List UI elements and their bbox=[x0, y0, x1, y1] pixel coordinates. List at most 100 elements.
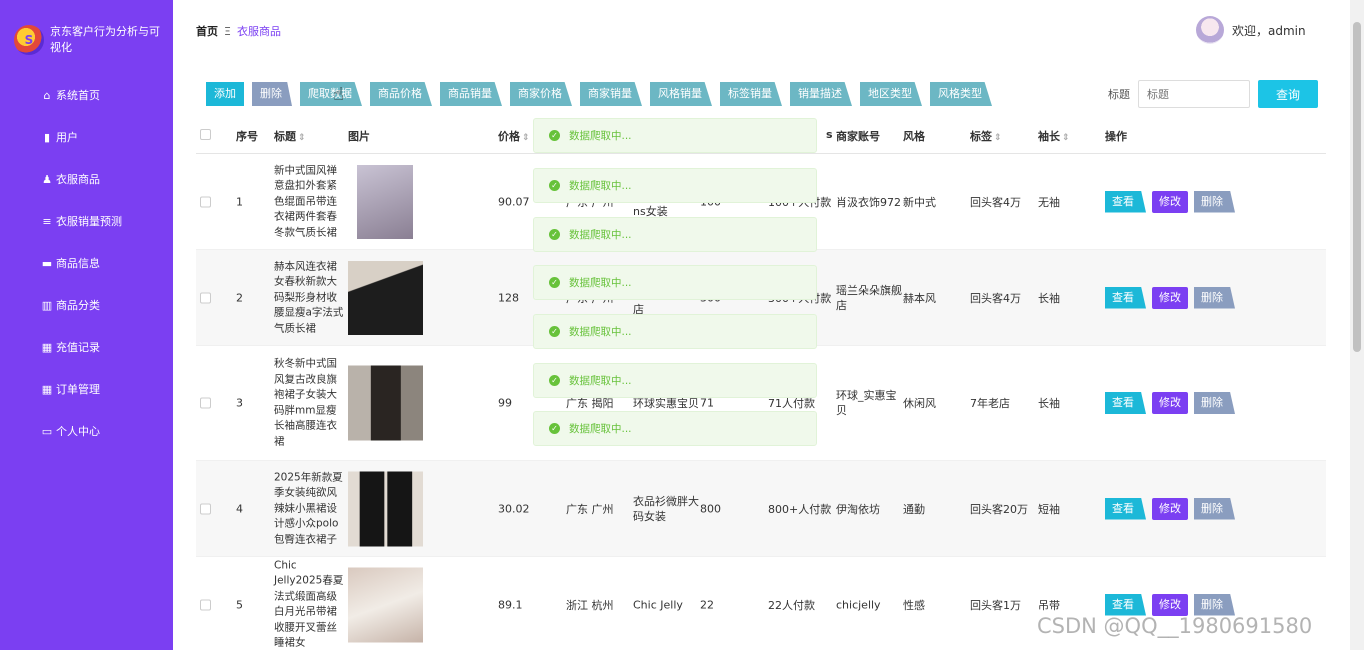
page-scrollbar[interactable] bbox=[1350, 0, 1364, 650]
row-checkbox[interactable] bbox=[200, 397, 211, 409]
sidebar-item-label: 充值记录 bbox=[56, 341, 100, 354]
row-style: 通勤 bbox=[903, 502, 925, 516]
row-title: 秋冬新中式国风复古改良旗袍裙子女装大码胖mm显瘦长袖高腰连衣裙 bbox=[274, 357, 337, 448]
sidebar-item-user[interactable]: ▮ 用户 bbox=[0, 116, 173, 158]
toast-text: 数据爬取中... bbox=[569, 277, 632, 289]
view-button[interactable]: 查看 bbox=[1105, 190, 1146, 213]
breadcrumb-current: 衣服商品 bbox=[236, 25, 281, 38]
row-price: 90.07 bbox=[498, 195, 530, 208]
bar-chart-icon: ▥ bbox=[41, 298, 53, 312]
style-sales-button[interactable]: 风格销量 bbox=[650, 82, 712, 106]
row-account: 肖汲衣饰972 bbox=[836, 195, 901, 209]
region-type-button[interactable]: 地区类型 bbox=[860, 82, 922, 106]
sidebar-item-recharge[interactable]: ▦ 充值记录 bbox=[0, 326, 173, 368]
product-sales-button[interactable]: 商品销量 bbox=[440, 82, 502, 106]
row-tag: 回头客1万 bbox=[970, 598, 1021, 612]
sidebar-item-product-info[interactable]: ▬ 商品信息 bbox=[0, 242, 173, 284]
row-sleeve: 长袖 bbox=[1038, 397, 1060, 410]
breadcrumb: 首页 Ξ 衣服商品 bbox=[196, 23, 281, 39]
edit-button[interactable]: 修改 bbox=[1152, 593, 1188, 616]
row-checkbox[interactable] bbox=[200, 503, 211, 514]
view-button[interactable]: 查看 bbox=[1105, 392, 1146, 414]
product-image[interactable] bbox=[348, 260, 423, 335]
row-checkbox[interactable] bbox=[200, 292, 211, 303]
header-account: 商家账号 bbox=[836, 130, 880, 143]
product-image[interactable] bbox=[348, 567, 423, 642]
edit-button[interactable]: 修改 bbox=[1152, 286, 1188, 309]
row-sales: 22 bbox=[700, 598, 714, 611]
row-title: Chic Jelly2025春夏法式缎面高级白月光吊带裙收腰开叉蕾丝睡裙女 bbox=[274, 559, 344, 649]
comment-icon: ▬ bbox=[41, 256, 53, 270]
product-price-button[interactable]: 商品价格 bbox=[370, 82, 432, 106]
sidebar: S 京东客户行为分析与可视化 ⌂ 系统首页 ▮ 用户 ♟ 衣服商品 ≡ 衣服销量预测 ▬… bbox=[0, 0, 173, 650]
row-paid: 22人付款 bbox=[768, 598, 815, 612]
row-actions: 查看 修改 删除 bbox=[1105, 593, 1235, 616]
crawl-data-button[interactable]: 爬取数据 bbox=[300, 82, 362, 106]
header-sleeve[interactable]: 袖长 ⇕ bbox=[1038, 128, 1070, 144]
sidebar-item-profile[interactable]: ▭ 个人中心 bbox=[0, 410, 173, 452]
row-sleeve: 吊带 bbox=[1038, 598, 1060, 612]
row-actions: 查看 修改 删除 bbox=[1105, 497, 1235, 520]
delete-row-button[interactable]: 删除 bbox=[1194, 286, 1235, 309]
view-button[interactable]: 查看 bbox=[1105, 497, 1146, 520]
delete-button[interactable]: 删除 bbox=[252, 82, 292, 106]
check-circle-icon: ✓ bbox=[549, 326, 560, 337]
delete-row-button[interactable]: 删除 bbox=[1194, 497, 1235, 520]
row-style: 休闲风 bbox=[903, 397, 936, 410]
edit-button[interactable]: 修改 bbox=[1152, 392, 1188, 414]
header-title[interactable]: 标题 ⇕ bbox=[274, 128, 306, 144]
view-button[interactable]: 查看 bbox=[1105, 593, 1146, 616]
row-actions: 查看 修改 删除 bbox=[1105, 286, 1235, 309]
user-icon: ▮ bbox=[43, 130, 51, 144]
row-paid: 800+人付款 bbox=[768, 502, 832, 516]
product-image[interactable] bbox=[357, 164, 413, 239]
sidebar-item-label: 商品信息 bbox=[56, 257, 100, 270]
edit-button[interactable]: 修改 bbox=[1152, 190, 1188, 213]
row-checkbox[interactable] bbox=[200, 599, 211, 610]
header-price[interactable]: 价格 ⇕ bbox=[498, 128, 530, 144]
edit-button[interactable]: 修改 bbox=[1152, 497, 1188, 520]
delete-row-button[interactable]: 删除 bbox=[1194, 593, 1235, 616]
sidebar-item-home[interactable]: ⌂ 系统首页 bbox=[0, 74, 173, 116]
toast-text: 数据爬取中... bbox=[569, 375, 632, 387]
select-all-checkbox[interactable] bbox=[200, 129, 211, 140]
shop-sales-button[interactable]: 商家销量 bbox=[580, 82, 642, 106]
row-checkbox[interactable] bbox=[200, 196, 211, 207]
header-tag[interactable]: 标签 ⇕ bbox=[970, 128, 1002, 144]
row-sales: 71 bbox=[700, 396, 714, 410]
sidebar-item-label: 衣服商品 bbox=[56, 173, 100, 186]
sidebar-item-category[interactable]: ▥ 商品分类 bbox=[0, 284, 173, 326]
sidebar-item-clothing[interactable]: ♟ 衣服商品 bbox=[0, 158, 173, 200]
breadcrumb-home[interactable]: 首页 bbox=[196, 23, 218, 39]
header-partial: s bbox=[826, 128, 833, 141]
style-type-button[interactable]: 风格类型 bbox=[930, 82, 992, 106]
user-info[interactable]: 欢迎，admin bbox=[1196, 16, 1306, 44]
query-button[interactable]: 查询 bbox=[1258, 80, 1318, 108]
row-index: 2 bbox=[236, 291, 243, 304]
sidebar-item-forecast[interactable]: ≡ 衣服销量预测 bbox=[0, 200, 173, 242]
sidebar-item-label: 用户 bbox=[56, 131, 78, 144]
view-button[interactable]: 查看 bbox=[1105, 286, 1146, 309]
toast-text: 数据爬取中... bbox=[569, 326, 632, 338]
sidebar-item-orders[interactable]: ▦ 订单管理 bbox=[0, 368, 173, 410]
add-button[interactable]: 添加 bbox=[206, 82, 244, 106]
tag-sales-button[interactable]: 标签销量 bbox=[720, 82, 782, 106]
sort-icon: ⇕ bbox=[1062, 133, 1070, 143]
search-input[interactable] bbox=[1138, 80, 1250, 108]
scrollbar-thumb[interactable] bbox=[1353, 22, 1361, 352]
product-image[interactable] bbox=[348, 365, 423, 441]
avatar[interactable] bbox=[1196, 16, 1224, 44]
shop-price-button[interactable]: 商家价格 bbox=[510, 82, 572, 106]
delete-row-button[interactable]: 删除 bbox=[1194, 392, 1235, 414]
row-shop: 衣品衫微胖大码女装 bbox=[633, 494, 699, 523]
product-image[interactable] bbox=[348, 471, 423, 546]
header-index: 序号 bbox=[236, 130, 258, 143]
sidebar-menu: ⌂ 系统首页 ▮ 用户 ♟ 衣服商品 ≡ 衣服销量预测 ▬ 商品信息 ▥ 商品分类 ▦ 充值记… bbox=[0, 74, 173, 452]
sales-description-button[interactable]: 销量描述 bbox=[790, 82, 852, 106]
user-greeting: 欢迎，admin bbox=[1232, 23, 1306, 38]
app-logo: S bbox=[14, 25, 44, 55]
header-tag-label: 标签 bbox=[970, 130, 992, 143]
row-location: 浙江 杭州 bbox=[566, 598, 614, 612]
app-title: 京东客户行为分析与可视化 bbox=[50, 25, 160, 54]
delete-row-button[interactable]: 删除 bbox=[1194, 190, 1235, 213]
